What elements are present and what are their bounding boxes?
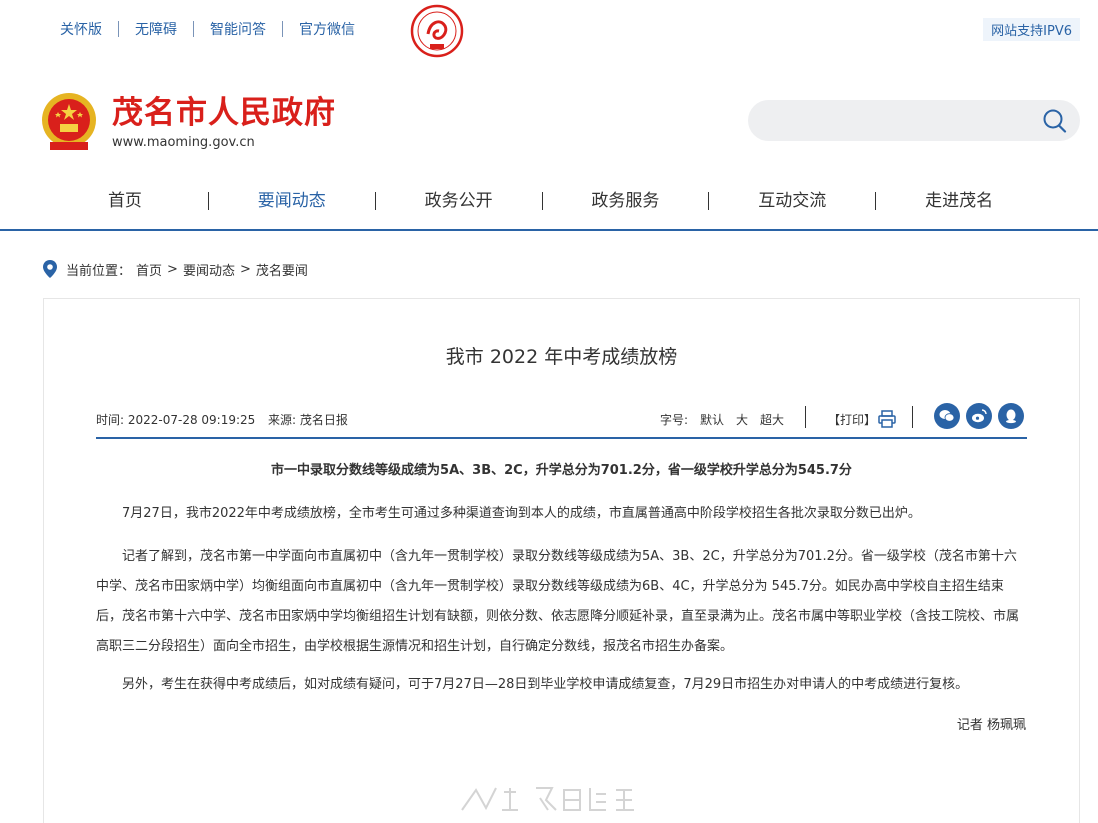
share-weibo-button[interactable] (966, 403, 992, 429)
nav-underline (0, 229, 1098, 231)
weibo-icon (972, 409, 987, 423)
breadcrumb-separator: > (239, 261, 251, 277)
divider (193, 21, 194, 37)
care-mode-link[interactable]: 关怀版 (50, 19, 112, 39)
share-wechat-button[interactable] (934, 403, 960, 429)
brand-text: 茂名市人民政府 www.maoming.gov.cn (112, 95, 336, 150)
font-size-large[interactable]: 大 (736, 411, 748, 428)
qq-icon (1006, 409, 1016, 424)
ipv6-badge: 网站支持IPV6 (983, 18, 1080, 41)
location-pin-icon (43, 260, 57, 278)
article-author: 记者 杨珮珮 (956, 718, 1026, 733)
article-paragraph: 另外，考生在获得中考成绩后，如对成绩有疑问，可于7月27日—28日到毕业学校申请… (122, 677, 969, 692)
search-icon[interactable] (1042, 108, 1068, 134)
watermark-logo-icon (461, 787, 634, 811)
breadcrumb-maoming-news[interactable]: 茂名要闻 (256, 260, 308, 279)
search-box[interactable] (748, 100, 1080, 141)
nav-item-news[interactable]: 要闻动态 (209, 184, 375, 218)
top-bar: 关怀版 无障碍 智能问答 官方微信 网站支持IPV6 (0, 0, 1098, 60)
site-brand[interactable]: 茂名市人民政府 www.maoming.gov.cn (40, 90, 336, 154)
font-size-label: 字号: (660, 413, 689, 427)
nav-item-home[interactable]: 首页 (42, 184, 208, 218)
nav-item-interaction[interactable]: 互动交流 (709, 184, 875, 218)
city-logo-icon[interactable] (410, 4, 464, 58)
article-source: 来源: 茂名日报 (268, 413, 348, 427)
nav-item-about-maoming[interactable]: 走进茂名 (876, 184, 1042, 218)
article-container: 我市 2022 年中考成绩放榜 时间: 2022-07-28 09:19:25 … (43, 298, 1080, 823)
accessibility-link[interactable]: 无障碍 (125, 19, 187, 39)
print-link[interactable]: 【打印】 (828, 411, 876, 428)
main-nav: 首页 要闻动态 政务公开 政务服务 互动交流 走进茂名 (42, 184, 1042, 218)
official-wechat-link[interactable]: 官方微信 (289, 19, 365, 39)
nav-item-gov-affairs[interactable]: 政务公开 (376, 184, 542, 218)
article-paragraph: 7月27日，我市2022年中考成绩放榜，全市考生可通过多种渠道查询到本人的成绩，… (122, 506, 921, 521)
site-title: 茂名市人民政府 (112, 94, 336, 131)
article-title: 我市 2022 年中考成绩放榜 (445, 346, 678, 368)
smart-qa-link[interactable]: 智能问答 (200, 19, 276, 39)
breadcrumb-label: 当前位置： (66, 263, 132, 279)
wechat-icon (939, 410, 955, 422)
top-links: 关怀版 无障碍 智能问答 官方微信 (50, 19, 365, 39)
breadcrumb: 当前位置： 首页 > 要闻动态 > 茂名要闻 (42, 259, 313, 279)
font-size-xlarge[interactable]: 超大 (760, 411, 784, 428)
publish-time: 时间: 2022-07-28 09:19:25 (96, 413, 256, 427)
article-paragraph: 记者了解到，茂名市第一中学面向市直属初中（含九年一贯制学校）录取分数线等级成绩为… (96, 549, 1020, 654)
breadcrumb-home[interactable]: 首页 (136, 260, 162, 279)
share-qq-button[interactable] (998, 403, 1024, 429)
divider (805, 406, 806, 428)
article-meta: 时间: 2022-07-28 09:19:25 来源: 茂名日报 字号: 默认 … (96, 403, 1027, 439)
breadcrumb-separator: > (167, 261, 178, 277)
site-url: www.maoming.gov.cn (112, 134, 255, 150)
font-size-default[interactable]: 默认 (700, 411, 724, 428)
national-emblem-icon (42, 93, 96, 150)
divider (912, 406, 913, 428)
divider (118, 21, 119, 37)
printer-icon[interactable] (877, 409, 897, 429)
search-input[interactable] (764, 100, 1034, 141)
nav-item-gov-services[interactable]: 政务服务 (542, 184, 708, 218)
article-lead: 市一中录取分数线等级成绩为5A、3B、2C，升学总分为701.2分，省一级学校升… (271, 463, 852, 478)
breadcrumb-news[interactable]: 要闻动态 (183, 260, 235, 279)
divider (282, 21, 283, 37)
